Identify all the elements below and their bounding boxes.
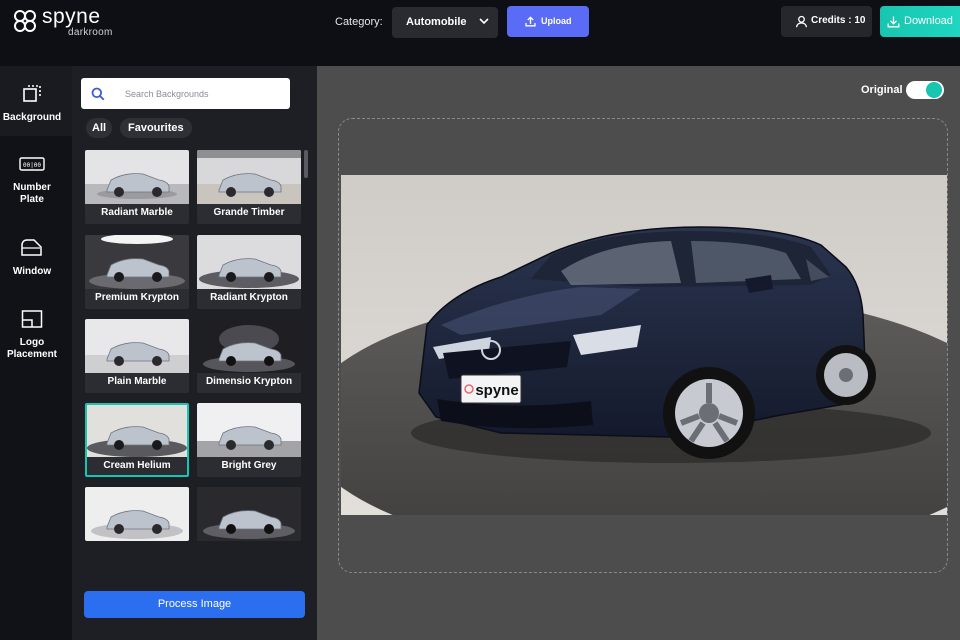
brand-name: spyne <box>42 5 101 28</box>
nav-label-number-plate: Number Plate <box>13 182 51 205</box>
nav-label-background: Background <box>2 112 62 123</box>
spyne-logo-icon <box>14 10 36 32</box>
background-thumbnail <box>197 487 301 541</box>
category-select[interactable]: Automobile <box>392 7 498 38</box>
background-tile-selected[interactable]: Cream Helium <box>85 403 189 477</box>
background-tile-label: Radiant Marble <box>101 207 173 218</box>
backgrounds-panel: All Favourites Radiant Marble Grande Tim… <box>72 66 317 640</box>
background-tile[interactable]: Dimensio Krypton <box>197 319 301 393</box>
background-tile[interactable]: Plain Marble <box>85 319 189 393</box>
original-toggle[interactable] <box>906 81 944 99</box>
background-thumbnail <box>197 319 301 373</box>
category-label: Category: <box>335 16 383 28</box>
background-tile-label: Grande Timber <box>213 207 285 218</box>
user-icon <box>795 15 808 28</box>
credits-label: Credits : 10 <box>811 15 866 26</box>
filter-favourites-label: Favourites <box>128 122 184 134</box>
brand-subtitle: darkroom <box>68 27 113 38</box>
background-tile[interactable] <box>85 487 189 541</box>
category-value: Automobile <box>406 16 467 28</box>
background-tile[interactable]: Bright Grey <box>197 403 301 477</box>
brand-logo[interactable]: spyne darkroom <box>12 5 132 38</box>
search-input[interactable] <box>125 86 285 102</box>
search-icon <box>91 87 105 101</box>
tool-sidebar: Background 00|00 Number Plate Window Log… <box>0 66 72 640</box>
background-tile[interactable]: Radiant Marble <box>85 150 189 224</box>
original-toggle-label: Original <box>861 84 903 96</box>
number-plate-icon: 00|00 <box>19 157 45 171</box>
upload-button[interactable]: Upload <box>507 6 589 37</box>
nav-item-window[interactable]: Window <box>0 232 72 302</box>
background-tile-label: Plain Marble <box>107 376 167 387</box>
background-thumbnail <box>197 150 301 204</box>
background-thumbnail <box>85 487 189 541</box>
background-tile[interactable] <box>197 487 301 541</box>
background-thumbnail <box>197 403 301 457</box>
background-icon <box>23 85 41 102</box>
background-tile-label: Radiant Krypton <box>210 292 288 303</box>
download-icon <box>887 16 900 28</box>
background-tile[interactable]: Premium Krypton <box>85 235 189 309</box>
filter-all-label: All <box>92 122 107 134</box>
nav-label-logo-placement: Logo Placement <box>6 337 58 360</box>
plate-text: spyne <box>475 382 518 399</box>
car-photo: spyne <box>341 175 947 515</box>
filter-all[interactable]: All <box>86 118 112 138</box>
window-icon <box>21 239 42 256</box>
upload-icon <box>525 16 536 27</box>
toggle-knob <box>926 82 942 98</box>
preview-canvas: Original spyne <box>317 66 960 640</box>
nav-item-background[interactable]: Background <box>0 66 72 136</box>
nav-item-logo-placement[interactable]: Logo Placement <box>0 304 72 374</box>
background-tile[interactable]: Radiant Krypton <box>197 235 301 309</box>
search-box[interactable] <box>81 78 290 109</box>
credits-button[interactable]: Credits : 10 <box>781 6 872 37</box>
background-tile-label: Bright Grey <box>221 460 277 471</box>
background-thumbnail <box>85 235 189 289</box>
filter-favourites[interactable]: Favourites <box>120 118 192 138</box>
background-thumbnail <box>87 405 187 457</box>
background-thumbnail <box>85 150 189 204</box>
download-label: Download <box>904 15 953 27</box>
process-image-button[interactable]: Process Image <box>84 591 305 618</box>
chevron-down-icon <box>479 18 489 25</box>
nav-label-window: Window <box>12 266 52 277</box>
top-bar: spyne darkroom Category: Automobile Uplo… <box>0 0 960 66</box>
background-tile[interactable]: Grande Timber <box>197 150 301 224</box>
car-preview-image: spyne <box>341 175 947 515</box>
logo-placement-icon <box>21 310 43 328</box>
nav-item-number-plate[interactable]: 00|00 Number Plate <box>0 150 72 220</box>
process-image-label: Process Image <box>157 598 232 610</box>
upload-label: Upload <box>541 16 572 26</box>
panel-scrollbar[interactable] <box>304 150 308 178</box>
background-tile-label: Dimensio Krypton <box>205 376 293 387</box>
background-thumbnail <box>197 235 301 289</box>
download-button[interactable]: Download <box>880 6 960 37</box>
background-tile-label: Premium Krypton <box>95 292 179 303</box>
background-tile-label: Cream Helium <box>103 460 171 471</box>
svg-text:00|00: 00|00 <box>23 162 41 169</box>
background-thumbnail <box>85 319 189 373</box>
